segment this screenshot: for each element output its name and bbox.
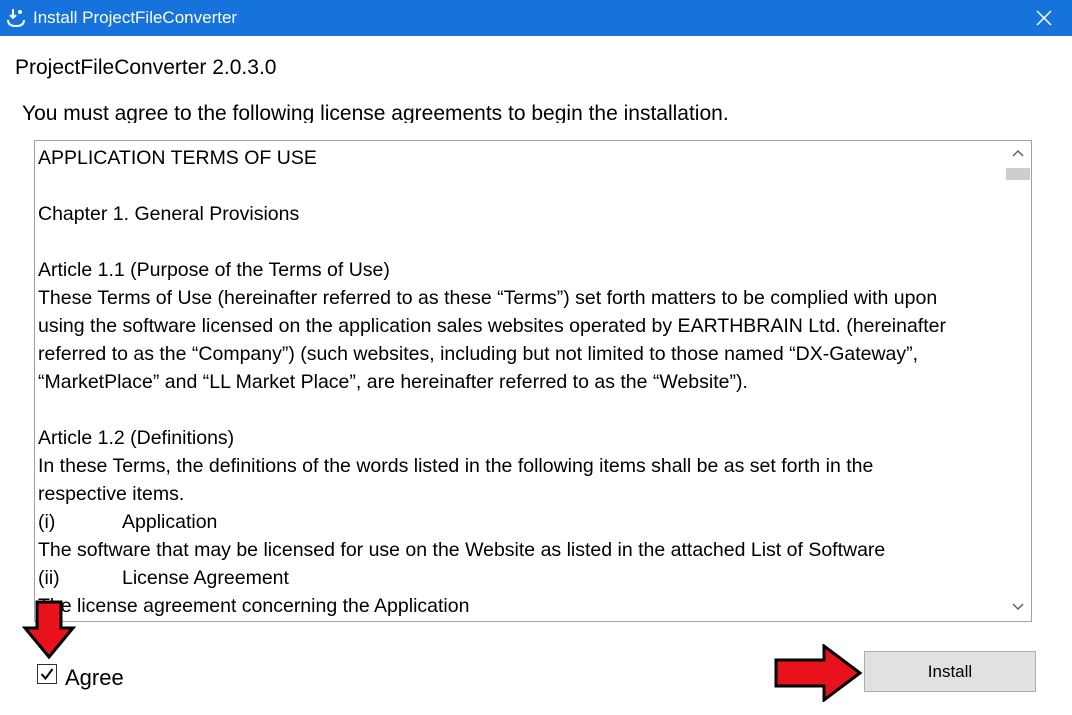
- close-button[interactable]: [1016, 0, 1072, 36]
- license-line: These Terms of Use (hereinafter referred…: [38, 284, 1008, 312]
- license-line-text: License Agreement: [122, 567, 289, 589]
- vertical-scrollbar[interactable]: [1005, 141, 1031, 621]
- scroll-thumb[interactable]: [1006, 168, 1030, 180]
- license-line-text: Chapter 1. General Provisions: [38, 203, 300, 225]
- scroll-up-button[interactable]: [1005, 141, 1031, 167]
- license-line: using the software licensed on the appli…: [38, 312, 1008, 340]
- license-line: APPLICATION TERMS OF USE: [38, 144, 1008, 172]
- license-line: Chapter 1. General Provisions: [38, 200, 1008, 228]
- chevron-down-icon: [1012, 603, 1024, 611]
- license-line-text: referred to as the “Company”) (such webs…: [38, 343, 919, 365]
- license-line-text: Article 1.2 (Definitions): [38, 427, 235, 449]
- license-line: Article 1.2 (Definitions): [38, 424, 1008, 452]
- license-line: referred to as the “Company”) (such webs…: [38, 340, 1008, 368]
- checkmark-icon: [40, 668, 54, 681]
- license-line-text: These Terms of Use (hereinafter referred…: [38, 287, 938, 309]
- license-line: respective items.: [38, 480, 1008, 508]
- license-line: The software that may be licensed for us…: [38, 536, 1008, 564]
- red-arrow-right-annotation: [774, 643, 864, 707]
- license-line-text: Application: [122, 511, 218, 533]
- license-line: (ii) License Agreement: [38, 564, 1008, 592]
- chevron-up-icon: [1012, 149, 1024, 157]
- agree-label[interactable]: Agree: [65, 664, 124, 692]
- license-item-number: (i): [38, 511, 56, 533]
- instruction-text: You must agree to the following license …: [22, 102, 729, 123]
- license-text-box[interactable]: APPLICATION TERMS OF USE Chapter 1. Gener…: [34, 140, 1032, 622]
- license-line-text: using the software licensed on the appli…: [38, 315, 946, 337]
- license-line: [38, 228, 1008, 256]
- license-line-text: respective items.: [38, 483, 185, 505]
- installer-window: Install ProjectFileConverter ProjectFile…: [0, 0, 1072, 715]
- license-line: “MarketPlace” and “LL Market Place”, are…: [38, 368, 1008, 396]
- license-line-text: The software that may be licensed for us…: [38, 539, 886, 561]
- close-icon: [1036, 10, 1052, 26]
- license-item-number: (ii): [38, 567, 60, 589]
- license-line-text: Article 1.1 (Purpose of the Terms of Use…: [38, 259, 390, 281]
- license-line: (i) Application: [38, 508, 1008, 536]
- license-line: In these Terms, the definitions of the w…: [38, 452, 1008, 480]
- product-title: ProjectFileConverter 2.0.3.0: [15, 56, 277, 79]
- install-button[interactable]: Install: [864, 651, 1036, 692]
- license-line: [38, 172, 1008, 200]
- scroll-down-button[interactable]: [1005, 595, 1031, 621]
- license-line: [38, 396, 1008, 424]
- agree-checkbox[interactable]: [37, 664, 57, 684]
- license-line-text: “MarketPlace” and “LL Market Place”, are…: [38, 371, 748, 393]
- red-arrow-down-annotation: [21, 600, 77, 665]
- installer-icon: [4, 6, 28, 30]
- window-title: Install ProjectFileConverter: [33, 8, 238, 27]
- license-line-text: APPLICATION TERMS OF USE: [38, 147, 317, 169]
- title-bar: Install ProjectFileConverter: [0, 0, 1072, 36]
- license-content: APPLICATION TERMS OF USE Chapter 1. Gener…: [38, 144, 1008, 620]
- license-line-text: In these Terms, the definitions of the w…: [38, 455, 874, 477]
- license-line-text: The license agreement concerning the App…: [38, 595, 470, 617]
- license-line: Article 1.1 (Purpose of the Terms of Use…: [38, 256, 1008, 284]
- license-line: The license agreement concerning the App…: [38, 592, 1008, 620]
